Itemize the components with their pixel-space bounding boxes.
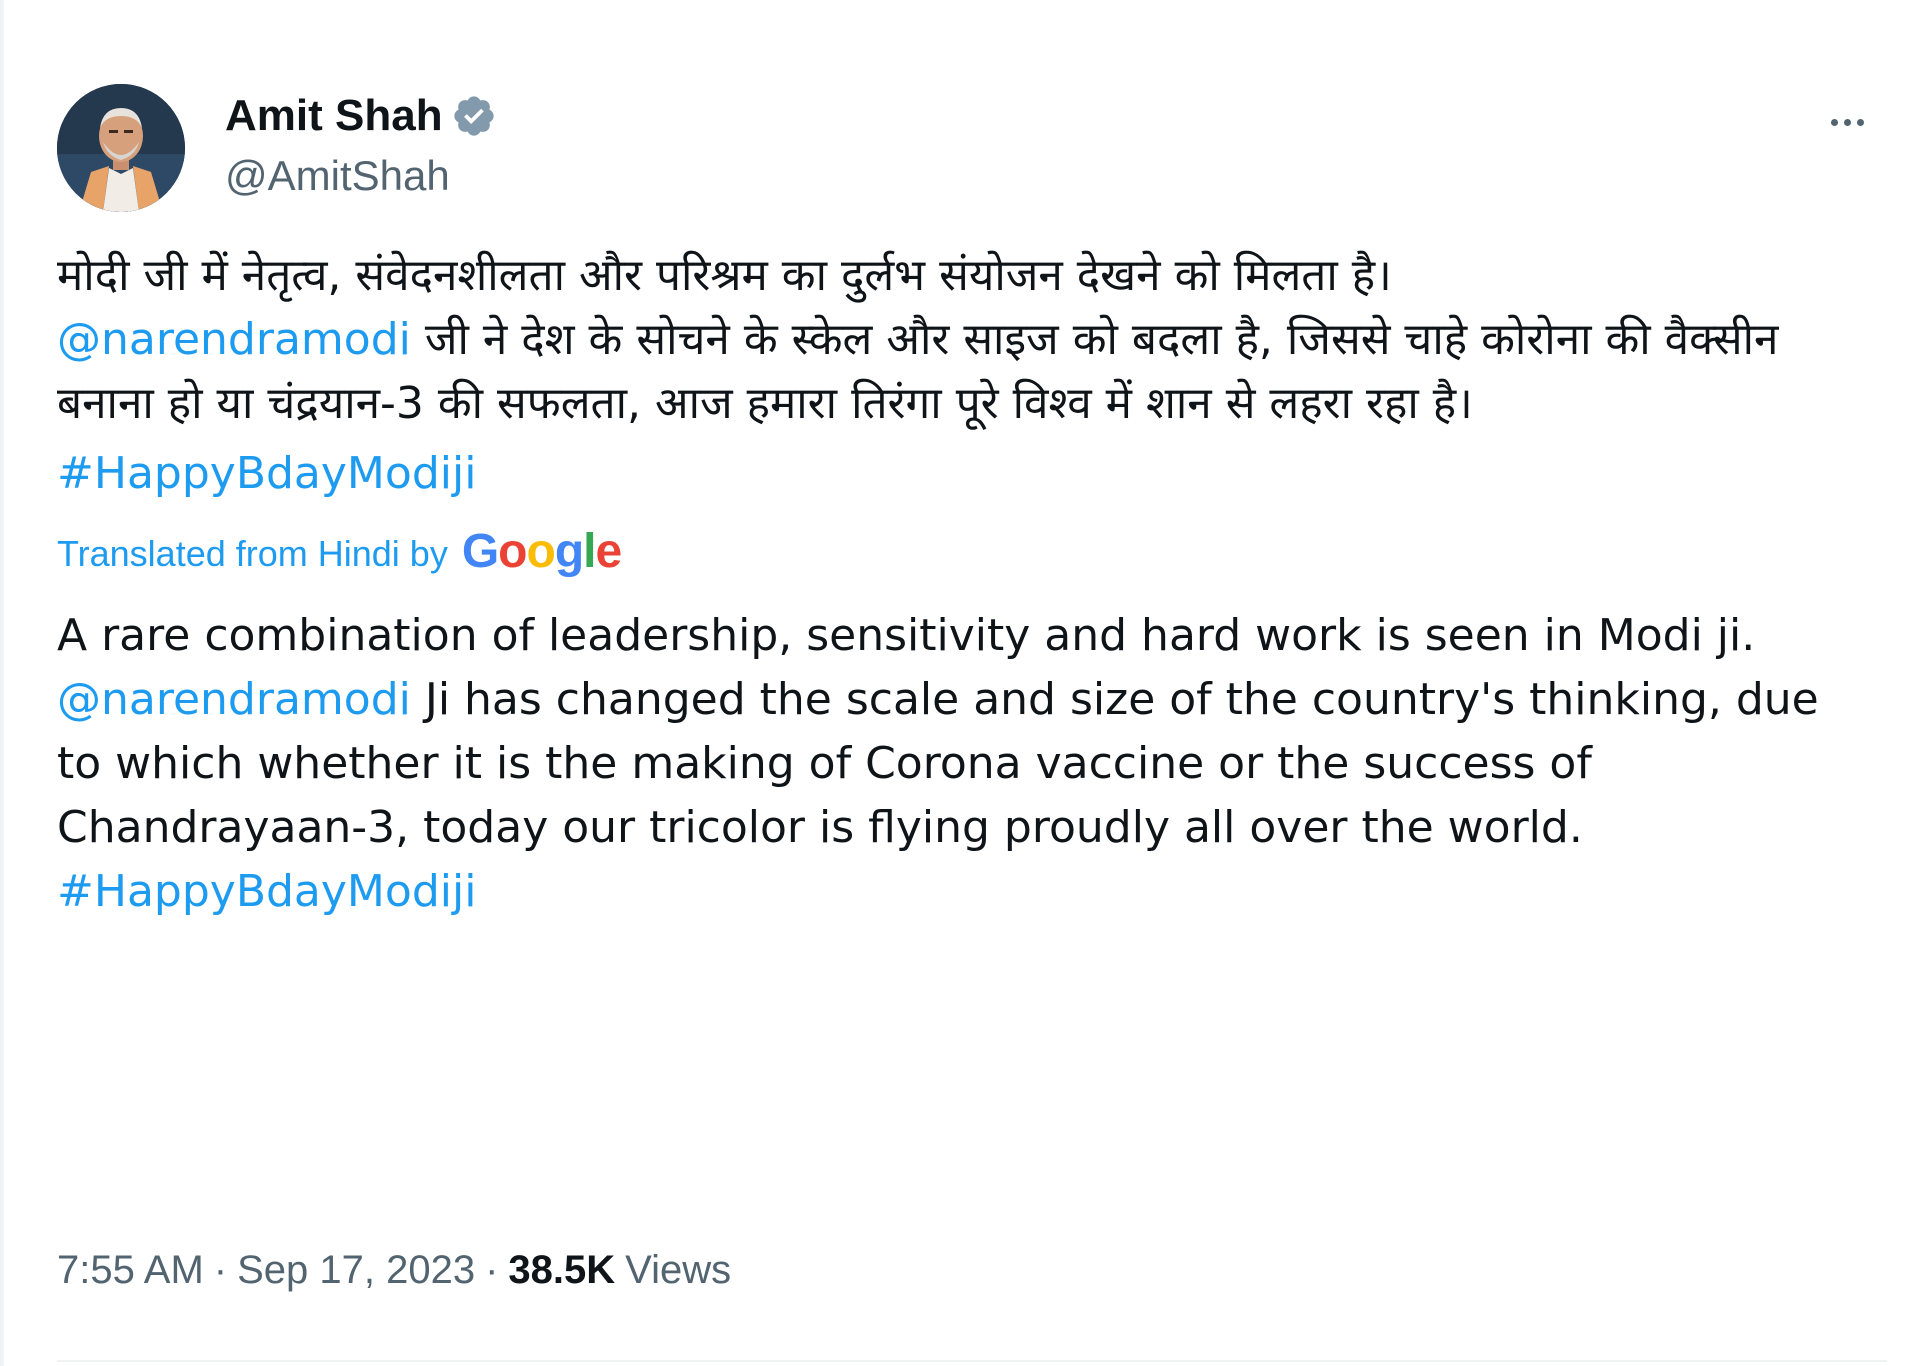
verified-badge-icon[interactable] — [451, 93, 497, 139]
more-options-icon[interactable] — [1817, 102, 1877, 142]
hashtag-link[interactable]: #HappyBdayModiji — [57, 866, 476, 917]
tweet-date[interactable]: Sep 17, 2023 — [237, 1248, 475, 1293]
avatar-image-icon — [57, 84, 185, 212]
hindi-line1: मोदी जी में नेतृत्व, संवेदनशीलता और परिश… — [57, 250, 1392, 301]
translation-attribution: Translated from Hindi by Google — [57, 528, 1887, 576]
name-row: Amit Shah — [225, 91, 497, 140]
author-handle[interactable]: @AmitShah — [225, 152, 497, 200]
mention-link[interactable]: @narendramodi — [57, 674, 411, 725]
author-display-name[interactable]: Amit Shah — [225, 91, 443, 140]
meta-separator: · — [485, 1248, 499, 1292]
tweet-text-hindi: मोदी जी में नेतृत्व, संवेदनशीलता और परिश… — [57, 244, 1857, 436]
hashtag-link[interactable]: #HappyBdayModiji — [57, 448, 476, 499]
avatar[interactable] — [57, 84, 185, 212]
left-border — [0, 0, 4, 1366]
divider — [57, 1360, 1887, 1362]
views-label: Views — [625, 1248, 732, 1292]
tweet-time[interactable]: 7:55 AM — [57, 1248, 204, 1293]
mention-link[interactable]: @narendramodi — [57, 314, 411, 365]
views-count: 38.5K — [508, 1248, 616, 1292]
tweet-text-english: A rare combination of leadership, sensit… — [57, 604, 1857, 924]
english-line1: A rare combination of leadership, sensit… — [57, 610, 1756, 661]
google-logo-icon: Google — [461, 525, 622, 578]
meta-separator: · — [213, 1248, 228, 1292]
tweet-meta: 7:55 AM · Sep 17, 2023 · 38.5K Views — [57, 1248, 731, 1293]
tweet-header: Amit Shah @AmitShah — [57, 84, 1887, 214]
tweet-card[interactable]: Amit Shah @AmitShah मोदी जी में नेतृत्व,… — [57, 84, 1887, 924]
translated-from-label[interactable]: Translated from Hindi by — [57, 532, 448, 576]
author-info: Amit Shah @AmitShah — [225, 91, 497, 200]
